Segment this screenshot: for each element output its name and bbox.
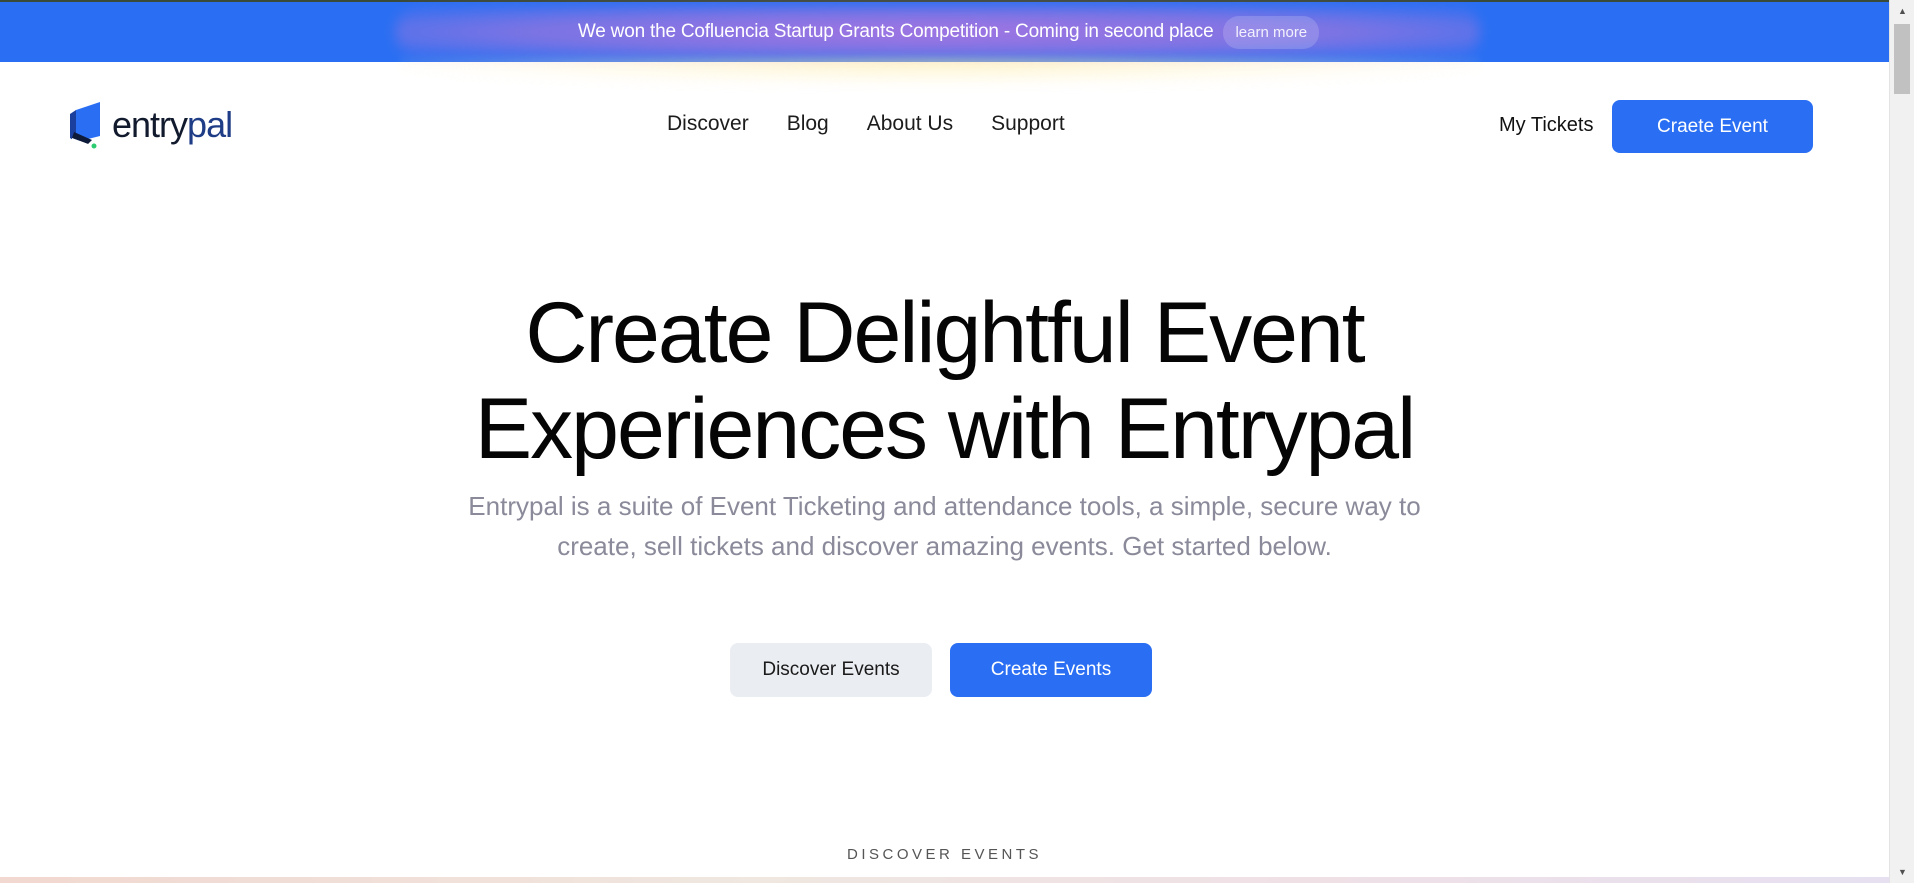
logo-mark-icon — [70, 100, 104, 150]
nav-discover[interactable]: Discover — [667, 112, 749, 136]
banner-content: We won the Cofluencia Startup Grants Com… — [0, 2, 1889, 62]
hero-subtitle: Entrypal is a suite of Event Ticketing a… — [0, 486, 1889, 566]
nav-blog[interactable]: Blog — [787, 112, 829, 136]
hero-title-line-2: Experiences with Entrypal — [474, 381, 1416, 477]
learn-more-link[interactable]: learn more — [1223, 15, 1320, 49]
logo-text-pal: pal — [187, 104, 233, 145]
hero-cta-row: Discover Events Create Events — [730, 643, 1152, 697]
main-nav: Discover Blog About Us Support — [667, 112, 1065, 136]
page: We won the Cofluencia Startup Grants Com… — [0, 0, 1889, 883]
hero-title: Create Delightful Event Experiences with… — [0, 285, 1889, 477]
hero-subtitle-line-1: Entrypal is a suite of Event Ticketing a… — [468, 491, 1421, 521]
announcement-banner: We won the Cofluencia Startup Grants Com… — [0, 0, 1889, 62]
hero-subtitle-line-2: create, sell tickets and discover amazin… — [557, 531, 1332, 561]
logo[interactable]: entrypal — [70, 100, 233, 150]
logo-text: entrypal — [112, 104, 233, 146]
nav-support[interactable]: Support — [991, 112, 1065, 136]
scrollbar-thumb[interactable] — [1894, 24, 1910, 94]
banner-text: We won the Cofluencia Startup Grants Com… — [577, 21, 1214, 42]
scroll-down-arrow-icon[interactable]: ▼ — [1890, 861, 1914, 883]
nav-about-us[interactable]: About Us — [867, 112, 953, 136]
banner-glow-shadow — [400, 58, 1480, 86]
discover-events-button[interactable]: Discover Events — [730, 643, 932, 697]
scroll-up-arrow-icon[interactable]: ▲ — [1890, 0, 1914, 22]
hero-title-line-1: Create Delightful Event — [525, 285, 1365, 381]
create-events-button[interactable]: Create Events — [950, 643, 1152, 697]
page-scrollbar[interactable]: ▲ ▼ — [1889, 0, 1914, 883]
my-tickets-link[interactable]: My Tickets — [1499, 114, 1593, 137]
create-event-button[interactable]: Craete Event — [1612, 100, 1813, 153]
discover-events-heading: DISCOVER EVENTS — [846, 846, 1043, 863]
logo-text-entry: entry — [112, 104, 188, 145]
section-divider — [0, 877, 1889, 883]
